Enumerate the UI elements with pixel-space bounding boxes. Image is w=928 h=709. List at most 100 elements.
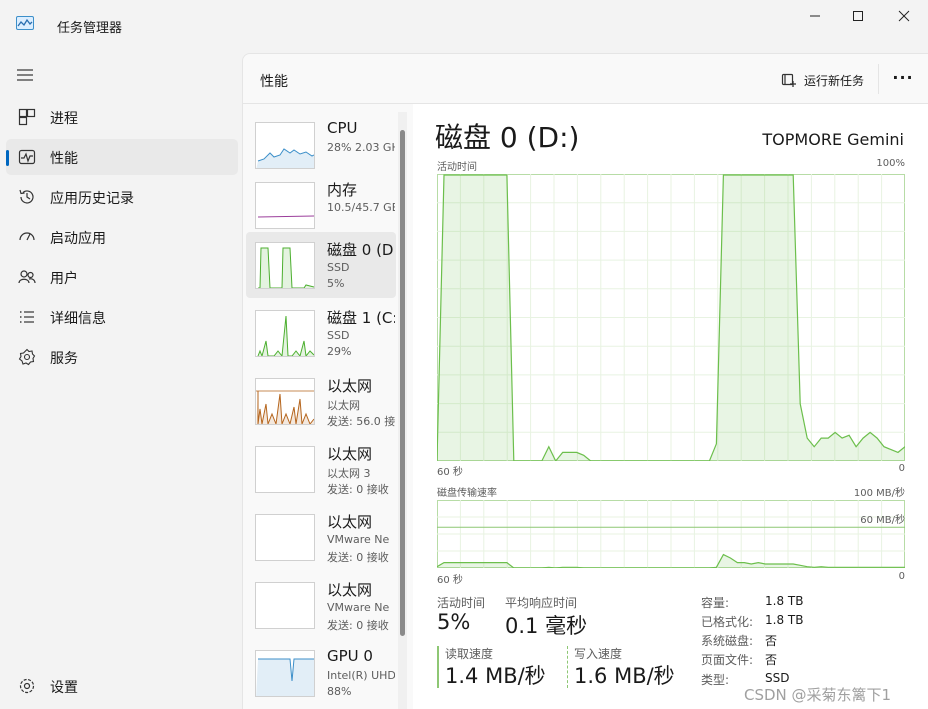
- panel-header: 性能 运行新任务 ···: [243, 54, 928, 104]
- device-list-scrollbar[interactable]: [398, 112, 407, 709]
- read-speed-marker: [437, 646, 439, 688]
- device-line1: 以太网 3: [327, 467, 371, 480]
- performance-panel: 性能 运行新任务 ··· CPU 28% 2.03 GHz 内存 10.5/45…: [242, 53, 928, 709]
- chart2-max: 100 MB/秒: [853, 488, 905, 499]
- sidebar-item-processes[interactable]: 进程: [6, 99, 238, 135]
- device-item[interactable]: 磁盘 1 (C:) SSD 29%: [246, 300, 396, 366]
- minimize-button[interactable]: [792, 0, 838, 32]
- close-button[interactable]: [881, 0, 927, 32]
- device-line1: SSD: [327, 329, 350, 342]
- device-thumbnail-graph: [257, 315, 314, 356]
- processes-icon: [18, 108, 36, 126]
- run-task-label: 运行新任务: [804, 73, 865, 88]
- response-time-label: 平均响应时间: [505, 596, 578, 610]
- capacity-value: 1.8 TB: [765, 594, 804, 608]
- scrollbar-thumb[interactable]: [400, 130, 405, 636]
- device-thumbnail: [255, 122, 315, 169]
- sidebar-item-startup[interactable]: 启动应用: [6, 219, 238, 255]
- sidebar-item-label: 启动应用: [50, 231, 106, 247]
- device-thumbnail: [255, 446, 315, 493]
- hamburger-menu-icon[interactable]: [16, 66, 34, 84]
- response-time-value: 0.1 毫秒: [505, 614, 588, 638]
- device-line2: 发送: 0 接收: [327, 551, 389, 564]
- device-item[interactable]: 以太网 VMware Ne 发送: 0 接收: [246, 504, 396, 570]
- activity-time-chart: [437, 174, 905, 461]
- device-item[interactable]: 以太网 以太网 3 发送: 0 接收: [246, 436, 396, 502]
- system-disk-label: 系统磁盘:: [701, 634, 754, 648]
- chart1-max: 100%: [876, 158, 905, 169]
- read-speed-value: 1.4 MB/秒: [445, 664, 546, 688]
- sidebar-item-label: 进程: [50, 111, 78, 127]
- app-history-icon: [19, 189, 34, 204]
- sidebar-item-services[interactable]: 服务: [6, 339, 238, 375]
- active-indicator: [6, 150, 9, 166]
- device-name: 以太网: [327, 581, 373, 599]
- device-name: CPU: [327, 119, 358, 137]
- device-line2: 5%: [327, 277, 345, 290]
- type-label: 类型:: [701, 673, 730, 687]
- sidebar-item-details[interactable]: 详细信息: [6, 299, 238, 335]
- device-item[interactable]: GPU 0 Intel(R) UHD 88%: [246, 640, 396, 706]
- chart2-right-axis: 0: [898, 571, 905, 582]
- device-line1: SSD: [327, 261, 350, 274]
- chart2-line-label: 60 MB/秒: [860, 515, 905, 526]
- device-thumbnail-graph: [257, 215, 314, 218]
- device-name: 以太网: [327, 445, 373, 463]
- write-speed-marker: [567, 646, 568, 688]
- device-title: 磁盘 0 (D:): [435, 121, 580, 154]
- sidebar-item-label: 性能: [50, 151, 78, 167]
- write-speed-value: 1.6 MB/秒: [574, 664, 675, 688]
- app-title: 任务管理器: [57, 21, 123, 36]
- chart1-left-axis: 60 秒: [437, 467, 463, 478]
- sidebar-item-performance[interactable]: 性能: [6, 139, 238, 175]
- device-list: CPU 28% 2.03 GHz 内存 10.5/45.7 GB 磁盘 0 (D…: [243, 112, 409, 709]
- system-disk-value: 否: [765, 634, 778, 648]
- run-new-task-button[interactable]: 运行新任务: [781, 70, 864, 90]
- device-thumbnail-graph: [256, 583, 314, 629]
- sidebar-item-users[interactable]: 用户: [6, 259, 238, 295]
- device-line2: 发送: 0 接收: [327, 619, 389, 632]
- sidebar: 进程 性能 应用历史记录 启动应用 用户 详细信息 服务 设置: [0, 48, 242, 709]
- device-item[interactable]: 以太网 VMware Ne 发送: 0 接收: [246, 572, 396, 638]
- page-file-value: 否: [765, 653, 778, 667]
- chart2-left-axis: 60 秒: [437, 575, 463, 586]
- device-item[interactable]: 内存 10.5/45.7 GB: [246, 172, 396, 238]
- device-model: TOPMORE Gemini: [762, 130, 904, 149]
- device-item[interactable]: 以太网 以太网 发送: 56.0 接: [246, 368, 396, 434]
- device-thumbnail: [255, 310, 315, 357]
- sidebar-item-label: 设置: [50, 680, 78, 696]
- type-value: SSD: [765, 671, 790, 685]
- close-icon: [898, 10, 910, 22]
- device-line1: VMware Ne: [327, 601, 390, 614]
- device-name: 内存: [327, 181, 358, 199]
- transfer-rate-chart: [437, 500, 905, 568]
- title-bar: 任务管理器: [0, 0, 928, 48]
- device-line1: VMware Ne: [327, 533, 390, 546]
- device-item[interactable]: 磁盘 0 (D:) SSD 5%: [246, 232, 396, 298]
- sidebar-item-app-history[interactable]: 应用历史记录: [6, 179, 238, 215]
- device-thumbnail: [255, 242, 315, 289]
- device-thumbnail: [255, 650, 315, 697]
- device-line2: 发送: 56.0 接: [327, 415, 395, 428]
- device-name: 以太网: [327, 513, 373, 531]
- sidebar-item-label: 用户: [50, 271, 78, 287]
- performance-icon: [18, 149, 36, 165]
- device-line2: 88%: [327, 685, 352, 698]
- device-line1: 28% 2.03 GHz: [327, 141, 395, 154]
- device-item[interactable]: CPU 28% 2.03 GHz: [246, 112, 396, 178]
- maximize-button[interactable]: [835, 0, 881, 32]
- sidebar-item-settings[interactable]: 设置: [6, 668, 238, 704]
- device-thumbnail: [255, 182, 315, 229]
- run-task-icon: [781, 73, 796, 87]
- device-thumbnail: [255, 582, 315, 629]
- device-thumbnail-graph: [256, 658, 314, 696]
- sidebar-item-label: 详细信息: [50, 311, 106, 327]
- chart2-label: 磁盘传输速率: [437, 488, 497, 499]
- device-thumbnail-graph: [258, 247, 314, 288]
- disk-detail-pane: 磁盘 0 (D:) TOPMORE Gemini 活动时间 100% 60 秒 …: [413, 104, 928, 709]
- device-line1: 10.5/45.7 GB: [327, 201, 395, 214]
- watermark: CSDN @采菊东篱下1: [744, 686, 892, 704]
- formatted-value: 1.8 TB: [765, 613, 804, 627]
- more-options-button[interactable]: ···: [891, 68, 915, 88]
- device-thumbnail-graph: [256, 447, 314, 493]
